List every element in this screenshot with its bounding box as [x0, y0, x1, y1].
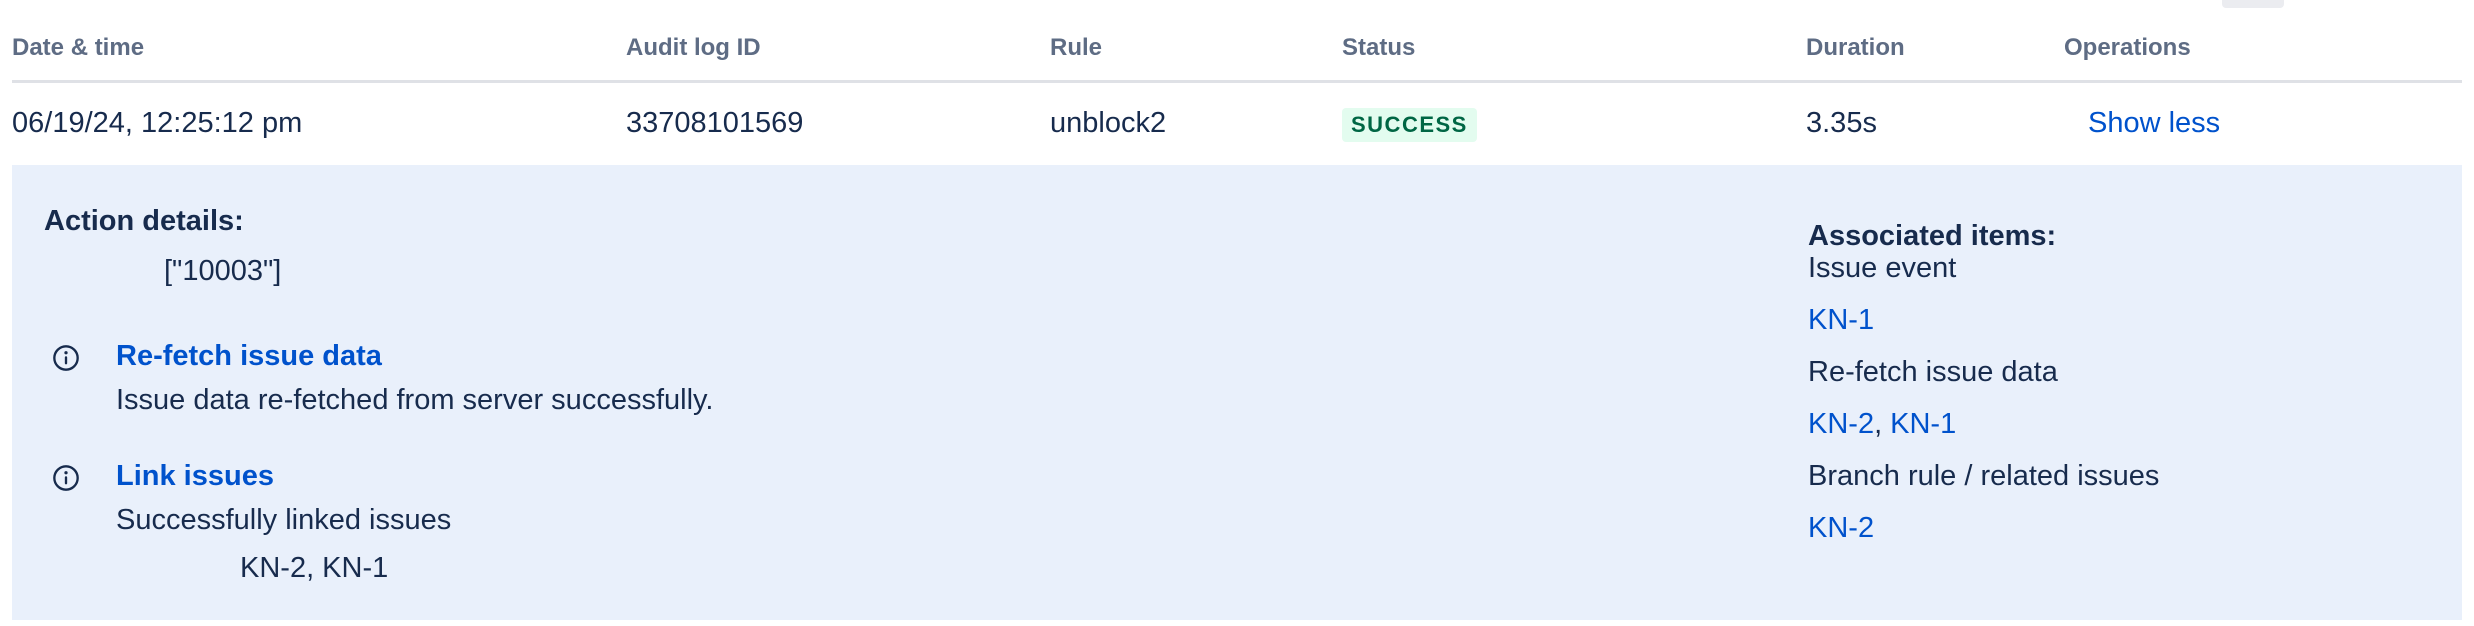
issue-link[interactable]: KN-2	[1808, 512, 1874, 544]
header-duration: Duration	[1806, 34, 1905, 61]
step-link-issues-link[interactable]: Link issues	[116, 460, 274, 493]
header-date-time[interactable]: Date & time	[12, 34, 144, 62]
step-link-issues-keys: KN-2, KN-1	[240, 552, 389, 584]
assoc-label-issue-event: Issue event	[1808, 252, 1957, 284]
show-less-button[interactable]: Show less	[2088, 107, 2220, 140]
audit-log-table: Date & time Audit log ID Rule Status Dur…	[12, 0, 2462, 166]
issue-link[interactable]: KN-1	[1808, 304, 1874, 336]
status-badge: SUCCESS	[1342, 108, 1477, 142]
row-duration: 3.35s	[1806, 107, 1877, 139]
step-refetch-link[interactable]: Re-fetch issue data	[116, 340, 382, 373]
expanded-details-panel: Action details: ["10003"] Re-fetch issue…	[12, 165, 2462, 620]
table-row: 06/19/24, 12:25:12 pm 33708101569 unbloc…	[12, 83, 2462, 166]
header-operations: Operations	[2064, 34, 2191, 61]
row-rule: unblock2	[1050, 107, 1167, 139]
table-header-row: Date & time Audit log ID Rule Status Dur…	[12, 0, 2462, 83]
assoc-label-refetch: Re-fetch issue data	[1808, 356, 2058, 388]
action-details-title: Action details:	[44, 205, 244, 237]
audit-log-page: Date & time Audit log ID Rule Status Dur…	[0, 0, 2474, 626]
info-icon	[53, 465, 79, 491]
action-details-value: ["10003"]	[164, 255, 282, 287]
associated-items-title: Associated items:	[1808, 220, 2057, 252]
issue-link[interactable]: KN-2	[1808, 408, 1874, 440]
step-refetch-description: Issue data re-fetched from server succes…	[116, 384, 714, 416]
link-separator: ,	[1874, 408, 1883, 440]
assoc-links-issue-event: KN-1	[1808, 304, 1874, 337]
header-status: Status	[1342, 34, 1416, 61]
row-audit-log-id: 33708101569	[626, 107, 804, 139]
assoc-label-branch-rule: Branch rule / related issues	[1808, 460, 2160, 492]
assoc-links-branch-rule: KN-2	[1808, 512, 1874, 545]
info-icon	[53, 345, 79, 371]
step-link-issues-description: Successfully linked issues	[116, 504, 452, 536]
issue-link[interactable]: KN-1	[1890, 408, 1956, 440]
row-date-time: 06/19/24, 12:25:12 pm	[12, 107, 303, 139]
header-audit-log-id: Audit log ID	[626, 34, 761, 61]
assoc-links-refetch: KN-2, KN-1	[1808, 408, 1956, 441]
header-rule: Rule	[1050, 34, 1103, 61]
